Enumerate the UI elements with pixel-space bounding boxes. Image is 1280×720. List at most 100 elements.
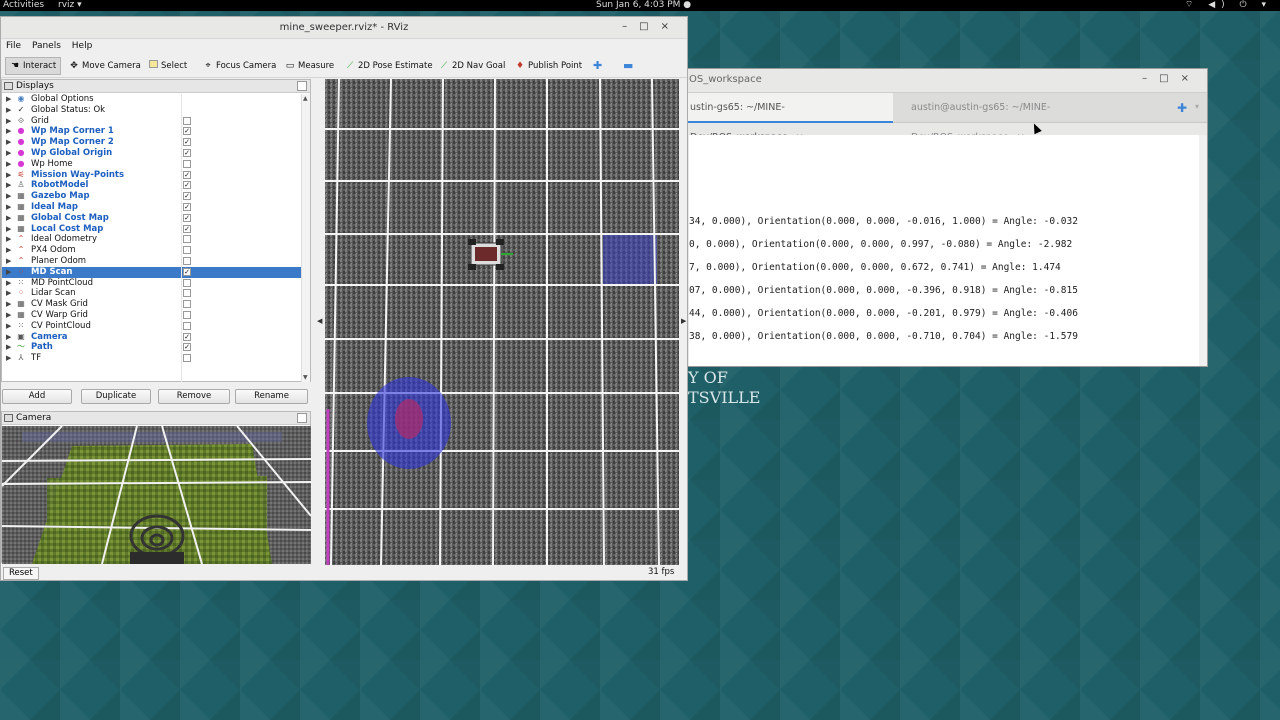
expand-arrow-icon[interactable]: ▶ (6, 267, 11, 278)
display-item[interactable]: ▶ ⅄ TF (2, 353, 302, 364)
enable-checkbox[interactable] (183, 289, 191, 298)
close-icon[interactable]: × (661, 21, 681, 32)
window-controls[interactable]: –□× (1142, 73, 1201, 84)
select-tool[interactable]: Select (149, 57, 187, 75)
app-menu[interactable]: rviz ▾ (58, 0, 82, 11)
display-item[interactable]: ▶ 〜 Path ✓ (2, 342, 302, 353)
expand-arrow-icon[interactable]: ▶ (6, 332, 11, 343)
display-item[interactable]: ▶ ● Wp Home (2, 159, 302, 170)
enable-checkbox[interactable] (183, 116, 191, 125)
expand-arrow-icon[interactable]: ▶ (6, 180, 11, 191)
expand-arrow-icon[interactable]: ▶ (6, 116, 11, 127)
display-item[interactable]: ▶ ▦ Global Cost Map ✓ (2, 213, 302, 224)
enable-checkbox[interactable] (183, 310, 191, 319)
add-tool-icon[interactable]: ✚ (593, 57, 602, 75)
enable-checkbox[interactable] (183, 235, 191, 244)
window-controls[interactable]: –□× (622, 21, 681, 32)
display-item[interactable]: ▶ ▦ Local Cost Map ✓ (2, 224, 302, 235)
activities-button[interactable]: Activities (3, 0, 44, 11)
display-item[interactable]: ▶ ⚟ Mission Way-Points ✓ (2, 170, 302, 181)
enable-checkbox[interactable]: ✓ (183, 138, 191, 147)
expand-arrow-icon[interactable]: ▶ (6, 299, 11, 310)
expand-arrow-icon[interactable]: ▶ (6, 342, 11, 353)
display-item[interactable]: ▶ ⟐ Grid (2, 116, 302, 127)
expand-arrow-icon[interactable]: ▶ (6, 256, 11, 267)
display-item[interactable]: ▶ ⁙ MD PointCloud (2, 278, 302, 289)
display-item[interactable]: ▶ ● Wp Map Corner 1 ✓ (2, 126, 302, 137)
expand-arrow-icon[interactable]: ▶ (6, 224, 11, 235)
collapse-right-icon[interactable]: ▶ (681, 317, 686, 325)
menu-file[interactable]: File (6, 41, 21, 51)
enable-checkbox[interactable]: ✓ (183, 181, 191, 190)
enable-checkbox[interactable]: ✓ (183, 127, 191, 136)
scroll-up-icon[interactable]: ▲ (303, 95, 308, 102)
pose-estimate-tool[interactable]: ⟋ 2D Pose Estimate (345, 57, 433, 75)
expand-arrow-icon[interactable]: ▶ (6, 310, 11, 321)
enable-checkbox[interactable]: ✓ (183, 148, 191, 157)
scroll-down-icon[interactable]: ▼ (303, 374, 308, 381)
duplicate-button[interactable]: Duplicate (81, 389, 151, 404)
close-icon[interactable]: × (1181, 73, 1201, 84)
measure-tool[interactable]: ▭ Measure (285, 57, 334, 75)
enable-checkbox[interactable] (183, 159, 191, 168)
expand-arrow-icon[interactable]: ▶ (6, 321, 11, 332)
enable-checkbox[interactable] (183, 256, 191, 265)
enable-checkbox[interactable]: ✓ (183, 170, 191, 179)
enable-checkbox[interactable]: ✓ (183, 192, 191, 201)
display-item[interactable]: ▶ ⁘ MD Scan ✓ (2, 266, 302, 278)
enable-checkbox[interactable]: ✓ (183, 224, 191, 233)
display-item[interactable]: ▶ ● Wp Global Origin ✓ (2, 148, 302, 159)
chevron-down-icon[interactable]: ▾ (1195, 102, 1199, 111)
display-item[interactable]: ▶ ▦ CV Mask Grid (2, 299, 302, 310)
expand-arrow-icon[interactable]: ▶ (6, 234, 11, 245)
terminal-tab[interactable]: ustin-gs65: ~/MINE-Dev/ROS_workspace× (683, 93, 893, 143)
display-item[interactable]: ▶ ▣ Camera ✓ (2, 332, 302, 343)
expand-arrow-icon[interactable]: ▶ (6, 94, 11, 105)
enable-checkbox[interactable]: ✓ (183, 332, 191, 341)
expand-arrow-icon[interactable]: ▶ (6, 245, 11, 256)
clock[interactable]: Sun Jan 6, 4:03 PM ● (596, 0, 691, 11)
maximize-icon[interactable]: □ (1159, 73, 1180, 84)
display-item[interactable]: ▶ ● Wp Map Corner 2 ✓ (2, 137, 302, 148)
enable-checkbox[interactable]: ✓ (183, 343, 191, 352)
expand-arrow-icon[interactable]: ▶ (6, 137, 11, 148)
minimize-icon[interactable]: – (1142, 73, 1159, 84)
rviz-titlebar[interactable]: mine_sweeper.rviz* - RViz –□× (1, 17, 687, 39)
display-item[interactable]: ▶ ⌃ Planer Odom (2, 256, 302, 267)
expand-arrow-icon[interactable]: ▶ (6, 278, 11, 289)
enable-checkbox[interactable]: ✓ (183, 213, 191, 222)
undock-icon[interactable] (297, 81, 307, 91)
display-item[interactable]: ▶ ▦ CV Warp Grid (2, 310, 302, 321)
enable-checkbox[interactable] (183, 321, 191, 330)
enable-checkbox[interactable] (183, 300, 191, 309)
expand-arrow-icon[interactable]: ▶ (6, 202, 11, 213)
expand-arrow-icon[interactable]: ▶ (6, 213, 11, 224)
enable-checkbox[interactable] (183, 354, 191, 363)
render-3d-view[interactable] (325, 79, 679, 565)
display-item[interactable]: ▶ ⁙ CV PointCloud (2, 321, 302, 332)
remove-tool-icon[interactable]: ▬ (623, 57, 633, 75)
expand-arrow-icon[interactable]: ▶ (6, 148, 11, 159)
move-camera-tool[interactable]: ✥ Move Camera (69, 57, 141, 75)
terminal-titlebar[interactable]: OS_workspace –□× (683, 69, 1207, 93)
remove-button[interactable]: Remove (158, 389, 230, 404)
undock-icon[interactable] (297, 413, 307, 423)
expand-arrow-icon[interactable]: ▶ (6, 288, 11, 299)
display-item[interactable]: ▶ ⌃ Ideal Odometry (2, 234, 302, 245)
expand-arrow-icon[interactable]: ▶ (6, 126, 11, 137)
tree-scrollbar[interactable]: ▲ ▼ (301, 94, 310, 382)
rviz-window[interactable]: mine_sweeper.rviz* - RViz –□× File Panel… (0, 16, 688, 581)
expand-arrow-icon[interactable]: ▶ (6, 105, 11, 116)
interact-tool[interactable]: ☚ Interact (5, 57, 62, 75)
publish-point-tool[interactable]: ♦ Publish Point (515, 57, 582, 75)
expand-arrow-icon[interactable]: ▶ (6, 170, 11, 181)
new-tab-icon[interactable]: ✚ (1177, 101, 1187, 115)
terminal-window[interactable]: OS_workspace –□× ustin-gs65: ~/MINE-Dev/… (682, 68, 1208, 367)
system-tray[interactable]: ⌔ ◀) ⏻ ▾ (1185, 0, 1272, 11)
enable-checkbox[interactable] (183, 246, 191, 255)
maximize-icon[interactable]: □ (639, 21, 660, 32)
display-item[interactable]: ▶ ⁘ Lidar Scan (2, 288, 302, 299)
displays-tree[interactable]: ▶ ◉ Global Options ▶ ✓ Global Status: Ok ▶ ⟐ Gri… (2, 94, 302, 382)
enable-checkbox[interactable]: ✓ (183, 202, 191, 211)
expand-arrow-icon[interactable]: ▶ (6, 353, 11, 364)
